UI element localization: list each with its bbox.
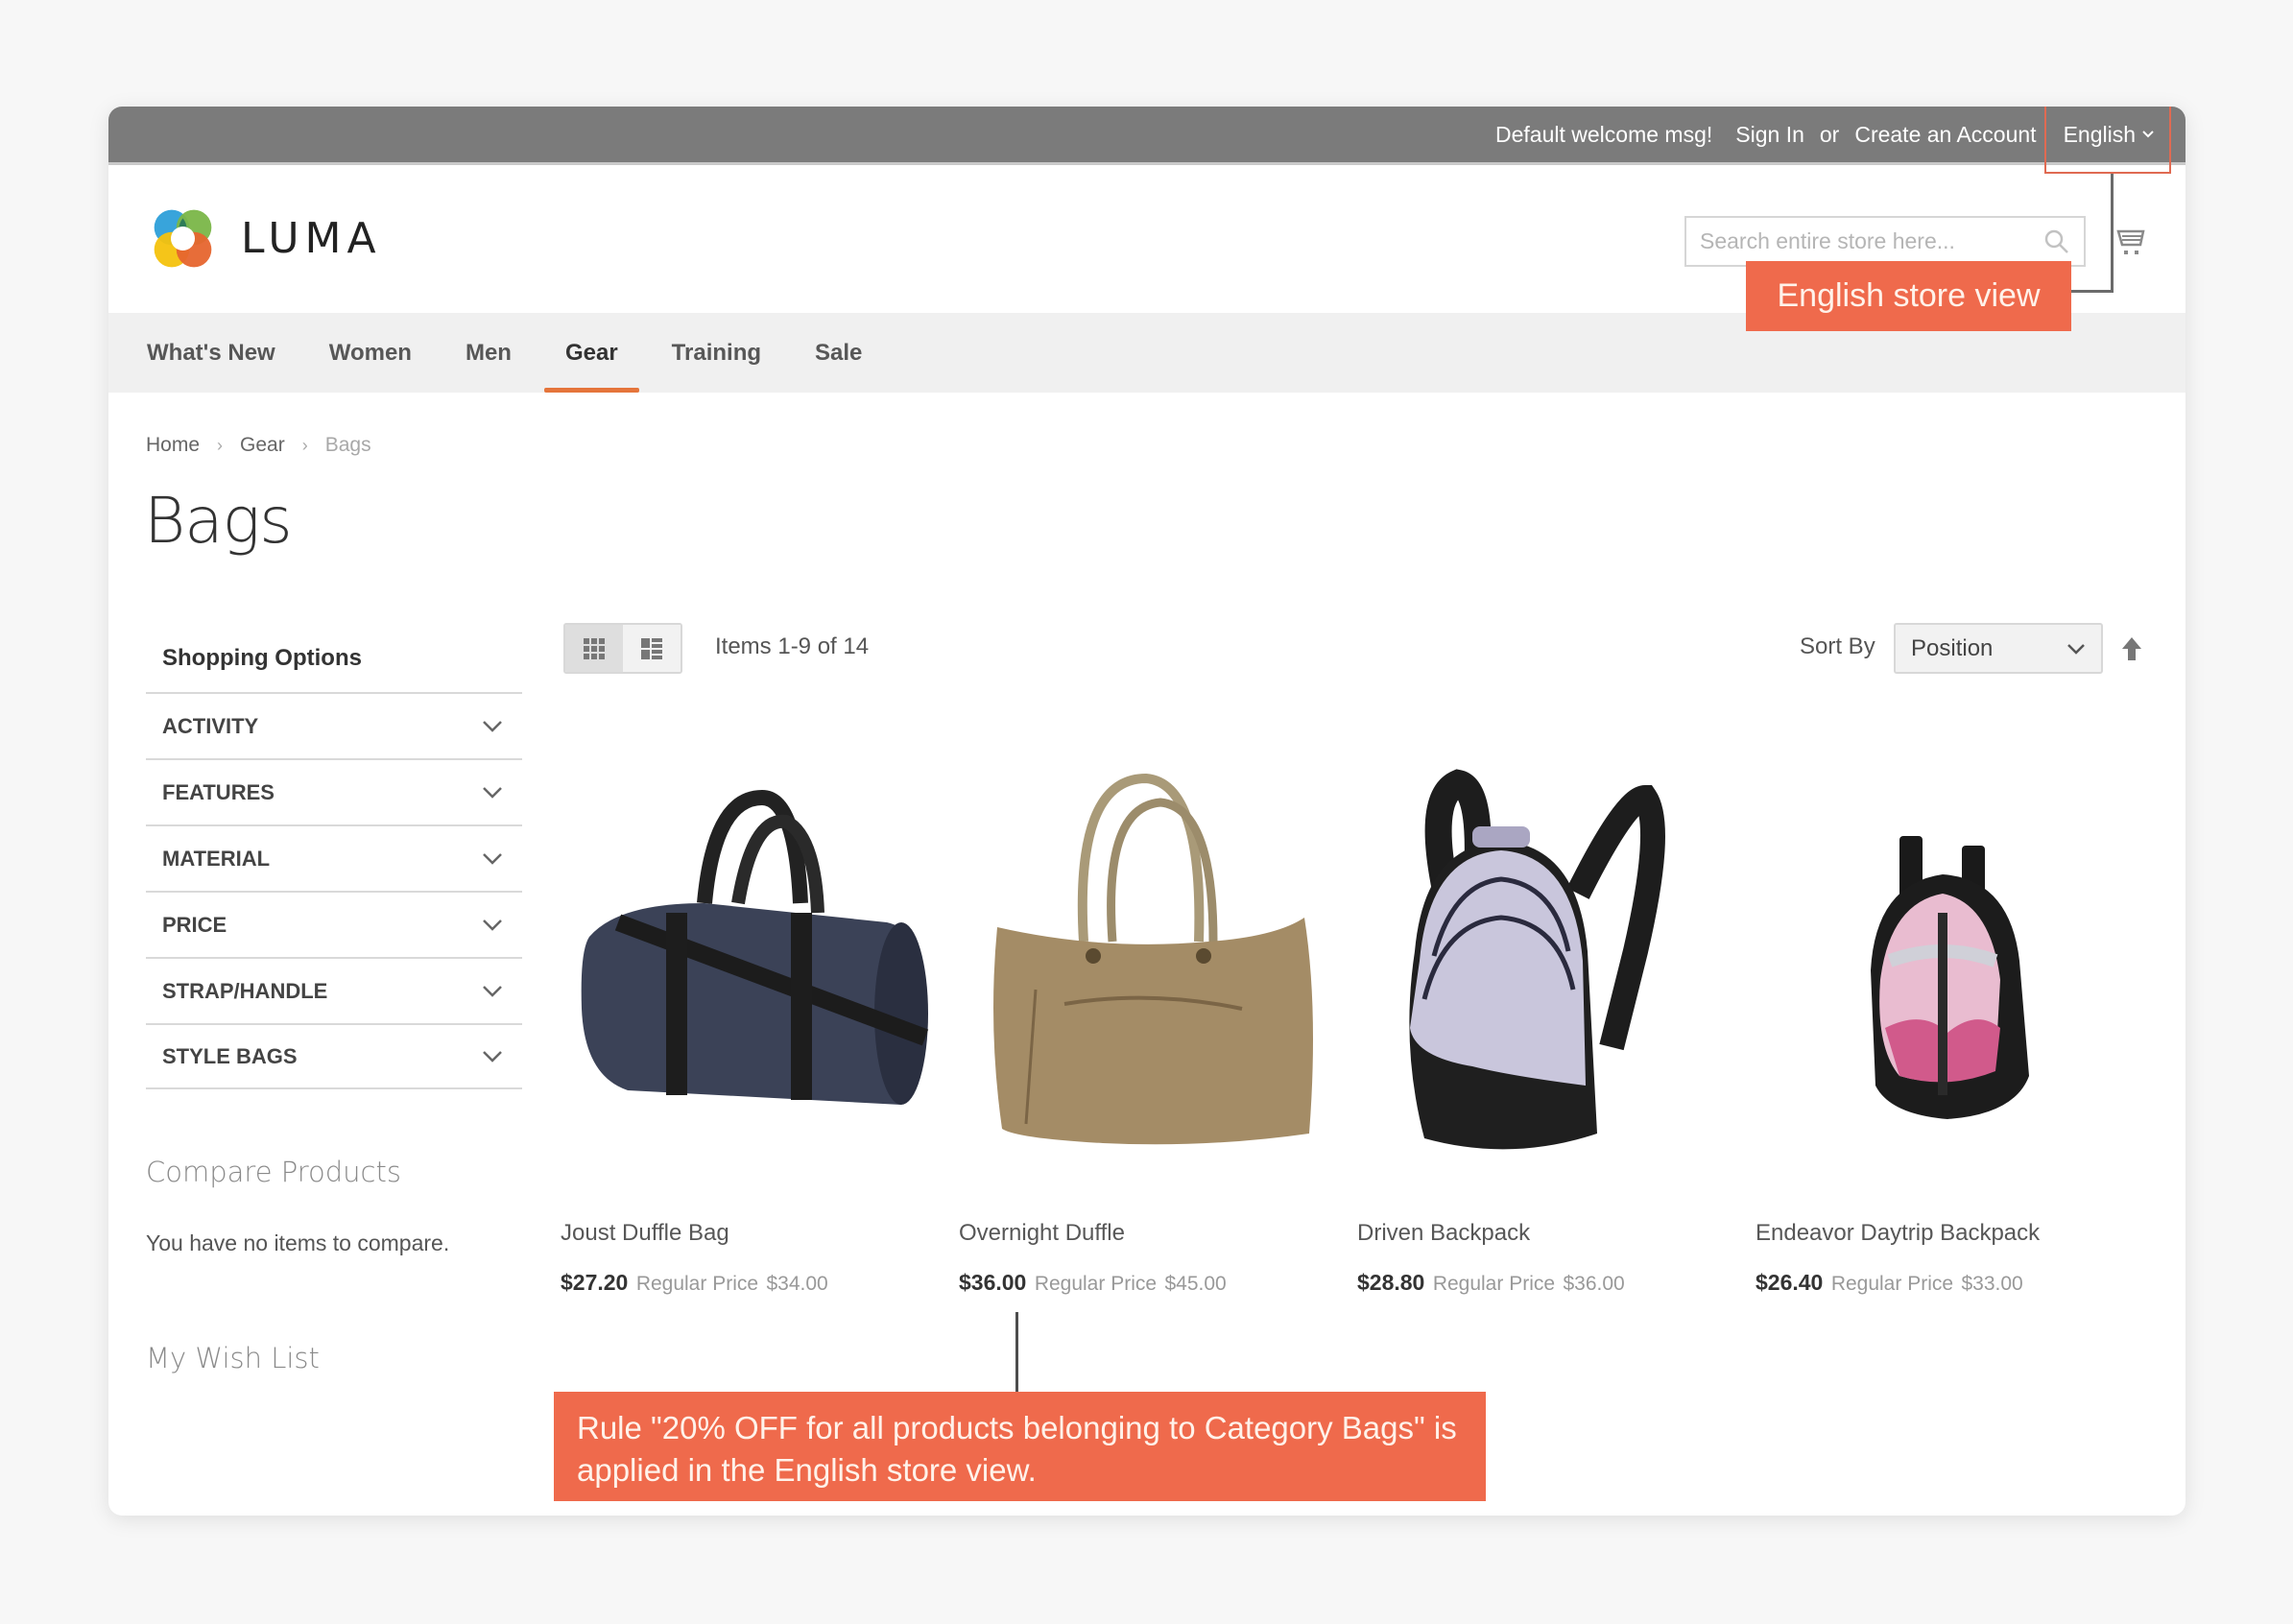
regular-price: $36.00: [1563, 1273, 1625, 1295]
final-price: $36.00: [959, 1270, 1027, 1295]
search-box[interactable]: [1684, 216, 2086, 267]
product-name[interactable]: Overnight Duffle: [959, 1220, 1343, 1247]
product-price: $27.20 Regular Price $34.00: [561, 1270, 944, 1296]
breadcrumb-home[interactable]: Home: [146, 434, 200, 457]
nav-item-whats-new[interactable]: What's New: [147, 313, 302, 393]
regular-price: $33.00: [1961, 1273, 2023, 1295]
list-view-button[interactable]: [623, 625, 681, 672]
items-count: Items 1-9 of 14: [715, 633, 870, 659]
product-name[interactable]: Endeavor Daytrip Backpack: [1756, 1220, 2139, 1247]
chevron-down-icon: [2067, 643, 2085, 655]
filter-label: FEATURES: [162, 779, 275, 804]
breadcrumb-separator-icon: ›: [301, 435, 308, 455]
chevron-down-icon: [483, 852, 502, 865]
breadcrumb: Home › Gear › Bags: [146, 434, 371, 457]
price-rule-callout: Rule "20% OFF for all products belonging…: [554, 1392, 1486, 1501]
sort-by-select[interactable]: Position: [1894, 623, 2103, 674]
regular-price: $34.00: [766, 1273, 828, 1295]
annotation-connector-line: [2111, 174, 2114, 293]
language-highlight-outline: [2044, 107, 2171, 174]
regular-price-label: Regular Price: [1034, 1273, 1158, 1295]
nav-item-women[interactable]: Women: [329, 313, 439, 393]
sign-in-link[interactable]: Sign In: [1735, 122, 1804, 148]
filter-label: ACTIVITY: [162, 713, 259, 738]
final-price: $28.80: [1357, 1270, 1425, 1295]
nav-item-gear[interactable]: Gear: [544, 313, 645, 393]
product-image-driven-backpack[interactable]: [1357, 759, 1741, 1172]
page-title: Bags: [144, 484, 293, 558]
nav-item-training[interactable]: Training: [672, 313, 788, 393]
nav-item-sale[interactable]: Sale: [815, 313, 889, 393]
filter-features[interactable]: FEATURES: [146, 758, 522, 824]
product-price: $28.80 Regular Price $36.00: [1357, 1270, 1741, 1296]
final-price: $27.20: [561, 1270, 629, 1295]
breadcrumb-current: Bags: [324, 434, 371, 456]
search-icon[interactable]: [2043, 228, 2070, 255]
or-text: or: [1819, 121, 1840, 147]
product-card[interactable]: Driven Backpack $28.80 Regular Price $36…: [1357, 759, 1741, 1296]
compare-products-title: Compare Products: [146, 1156, 401, 1188]
grid-view-button[interactable]: [565, 625, 623, 672]
chevron-down-icon: [483, 919, 502, 931]
store-view-callout: English store view: [1746, 261, 2071, 331]
filter-label: MATERIAL: [162, 846, 271, 871]
welcome-message: Default welcome msg!: [1495, 121, 1713, 147]
store-window: Default welcome msg! Sign In or Create a…: [108, 107, 2186, 1516]
list-icon: [641, 637, 662, 659]
filter-style-bags[interactable]: STYLE BAGS: [146, 1023, 522, 1089]
product-name[interactable]: Joust Duffle Bag: [561, 1220, 944, 1247]
chevron-down-icon: [483, 786, 502, 799]
final-price: $26.40: [1756, 1270, 1824, 1295]
product-image-endeavor-daytrip-backpack[interactable]: [1756, 759, 2139, 1172]
sort-direction-arrow-up-icon[interactable]: [2120, 635, 2143, 662]
filter-activity[interactable]: ACTIVITY: [146, 692, 522, 758]
grid-icon: [584, 637, 605, 659]
cart-icon[interactable]: [2116, 227, 2145, 258]
compare-empty-message: You have no items to compare.: [146, 1230, 450, 1255]
shopping-options-title: Shopping Options: [162, 645, 362, 671]
annotation-connector-line: [2070, 290, 2114, 293]
filter-label: STRAP/HANDLE: [162, 978, 328, 1003]
sort-by-label: Sort By: [1800, 633, 1875, 659]
nav-item-men[interactable]: Men: [466, 313, 538, 393]
luma-logo-text[interactable]: LUMA: [241, 214, 382, 263]
create-account-link[interactable]: Create an Account: [1854, 122, 2036, 148]
wish-list-title: My Wish List: [146, 1342, 320, 1374]
chevron-down-icon: [483, 985, 502, 997]
product-card[interactable]: Joust Duffle Bag $27.20 Regular Price $3…: [561, 759, 944, 1296]
regular-price-label: Regular Price: [635, 1273, 759, 1295]
product-card[interactable]: Overnight Duffle $36.00 Regular Price $4…: [959, 759, 1343, 1296]
filter-label: STYLE BAGS: [162, 1043, 298, 1068]
product-price: $26.40 Regular Price $33.00: [1756, 1270, 2139, 1296]
filter-material[interactable]: MATERIAL: [146, 824, 522, 891]
regular-price: $45.00: [1164, 1273, 1227, 1295]
regular-price-label: Regular Price: [1432, 1273, 1556, 1295]
sort-by-value: Position: [1911, 634, 1994, 661]
annotation-connector-line: [1015, 1312, 1018, 1393]
product-price: $36.00 Regular Price $45.00: [959, 1270, 1343, 1296]
chevron-down-icon: [483, 720, 502, 732]
filter-price[interactable]: PRICE: [146, 891, 522, 957]
shopping-options-sidebar: Shopping Options ACTIVITY FEATURES MATER…: [146, 625, 522, 1089]
breadcrumb-separator-icon: ›: [217, 435, 224, 455]
product-image-joust-duffle-bag[interactable]: [561, 759, 944, 1172]
chevron-down-icon: [483, 1050, 502, 1063]
product-name[interactable]: Driven Backpack: [1357, 1220, 1741, 1247]
product-card[interactable]: Endeavor Daytrip Backpack $26.40 Regular…: [1756, 759, 2139, 1296]
filter-strap-handle[interactable]: STRAP/HANDLE: [146, 957, 522, 1023]
filter-label: PRICE: [162, 912, 227, 937]
breadcrumb-gear[interactable]: Gear: [240, 434, 285, 457]
view-mode-switcher: [563, 623, 682, 674]
product-image-overnight-duffle[interactable]: [959, 759, 1343, 1172]
regular-price-label: Regular Price: [1830, 1273, 1954, 1295]
search-input[interactable]: [1700, 228, 2043, 254]
luma-logo-icon[interactable]: [146, 202, 220, 275]
top-bar: Default welcome msg! Sign In or Create a…: [108, 107, 2186, 165]
